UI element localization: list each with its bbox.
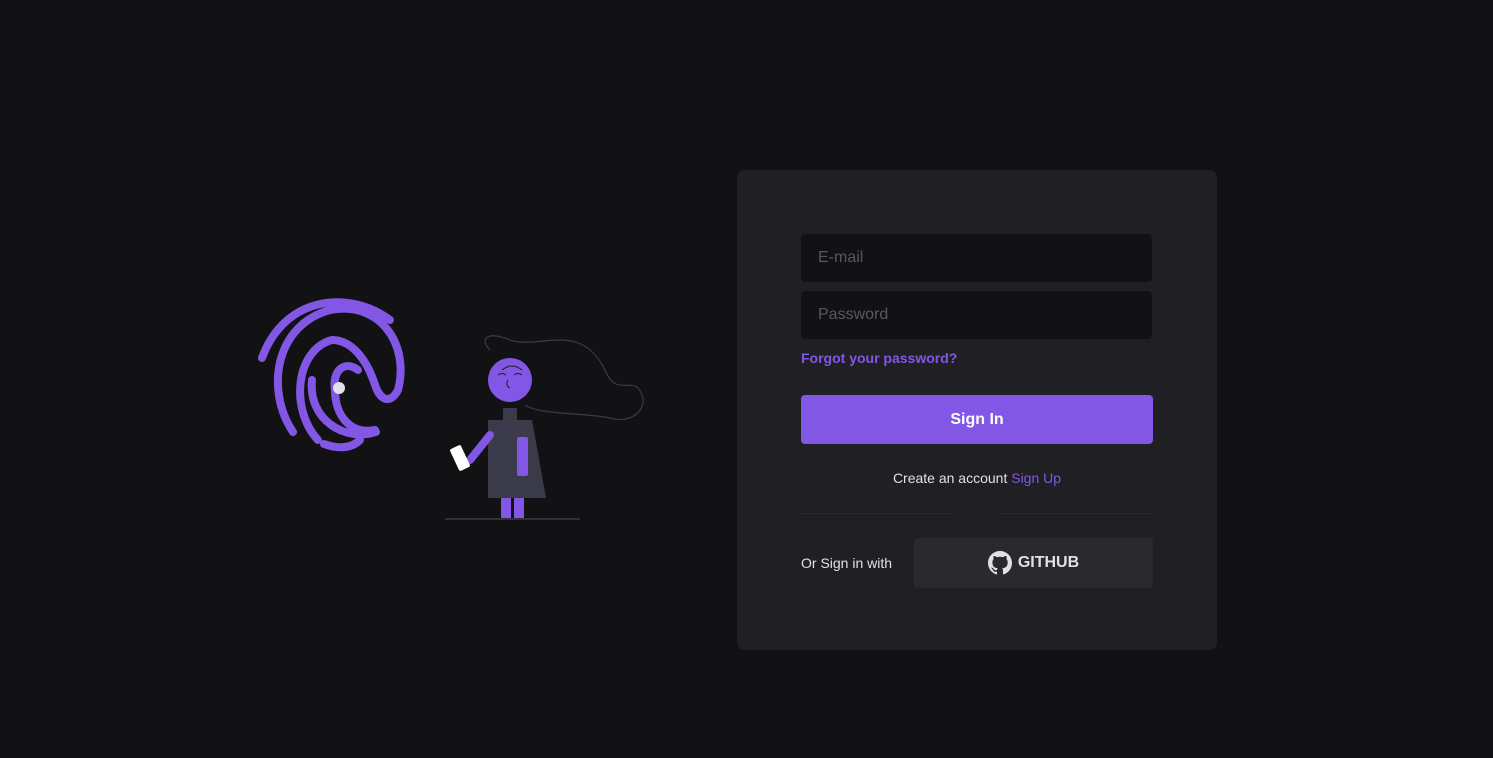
divider-right: [1000, 513, 1153, 514]
divider-left: [801, 513, 951, 514]
github-label: GITHUB: [1017, 554, 1080, 571]
fingerprint-logo-icon: [258, 298, 405, 452]
login-page: Forgot your password? Sign In Create an …: [0, 0, 1493, 758]
create-account-text: Create an account: [892, 470, 1008, 486]
password-input[interactable]: [801, 291, 1152, 339]
social-sign-in-label: Or Sign in with: [801, 555, 893, 571]
separator: [801, 513, 1153, 514]
create-account-prompt: Create an account Sign Up: [801, 470, 1153, 486]
login-card: Forgot your password? Sign In Create an …: [737, 170, 1217, 650]
sign-up-link[interactable]: Sign Up: [1011, 470, 1061, 486]
github-icon: [987, 551, 1012, 575]
forgot-password-link[interactable]: Forgot your password?: [801, 350, 957, 366]
social-sign-in: Or Sign in with GITHUB: [801, 538, 1153, 588]
email-input[interactable]: [801, 234, 1152, 282]
login-illustration: [258, 298, 644, 520]
fingerprint-dot: [333, 382, 345, 394]
sign-in-button[interactable]: Sign In: [801, 395, 1153, 444]
person-illustration: [445, 335, 644, 520]
login-form: Forgot your password? Sign In Create an …: [801, 234, 1153, 588]
github-sign-in-button[interactable]: GITHUB: [914, 538, 1153, 588]
